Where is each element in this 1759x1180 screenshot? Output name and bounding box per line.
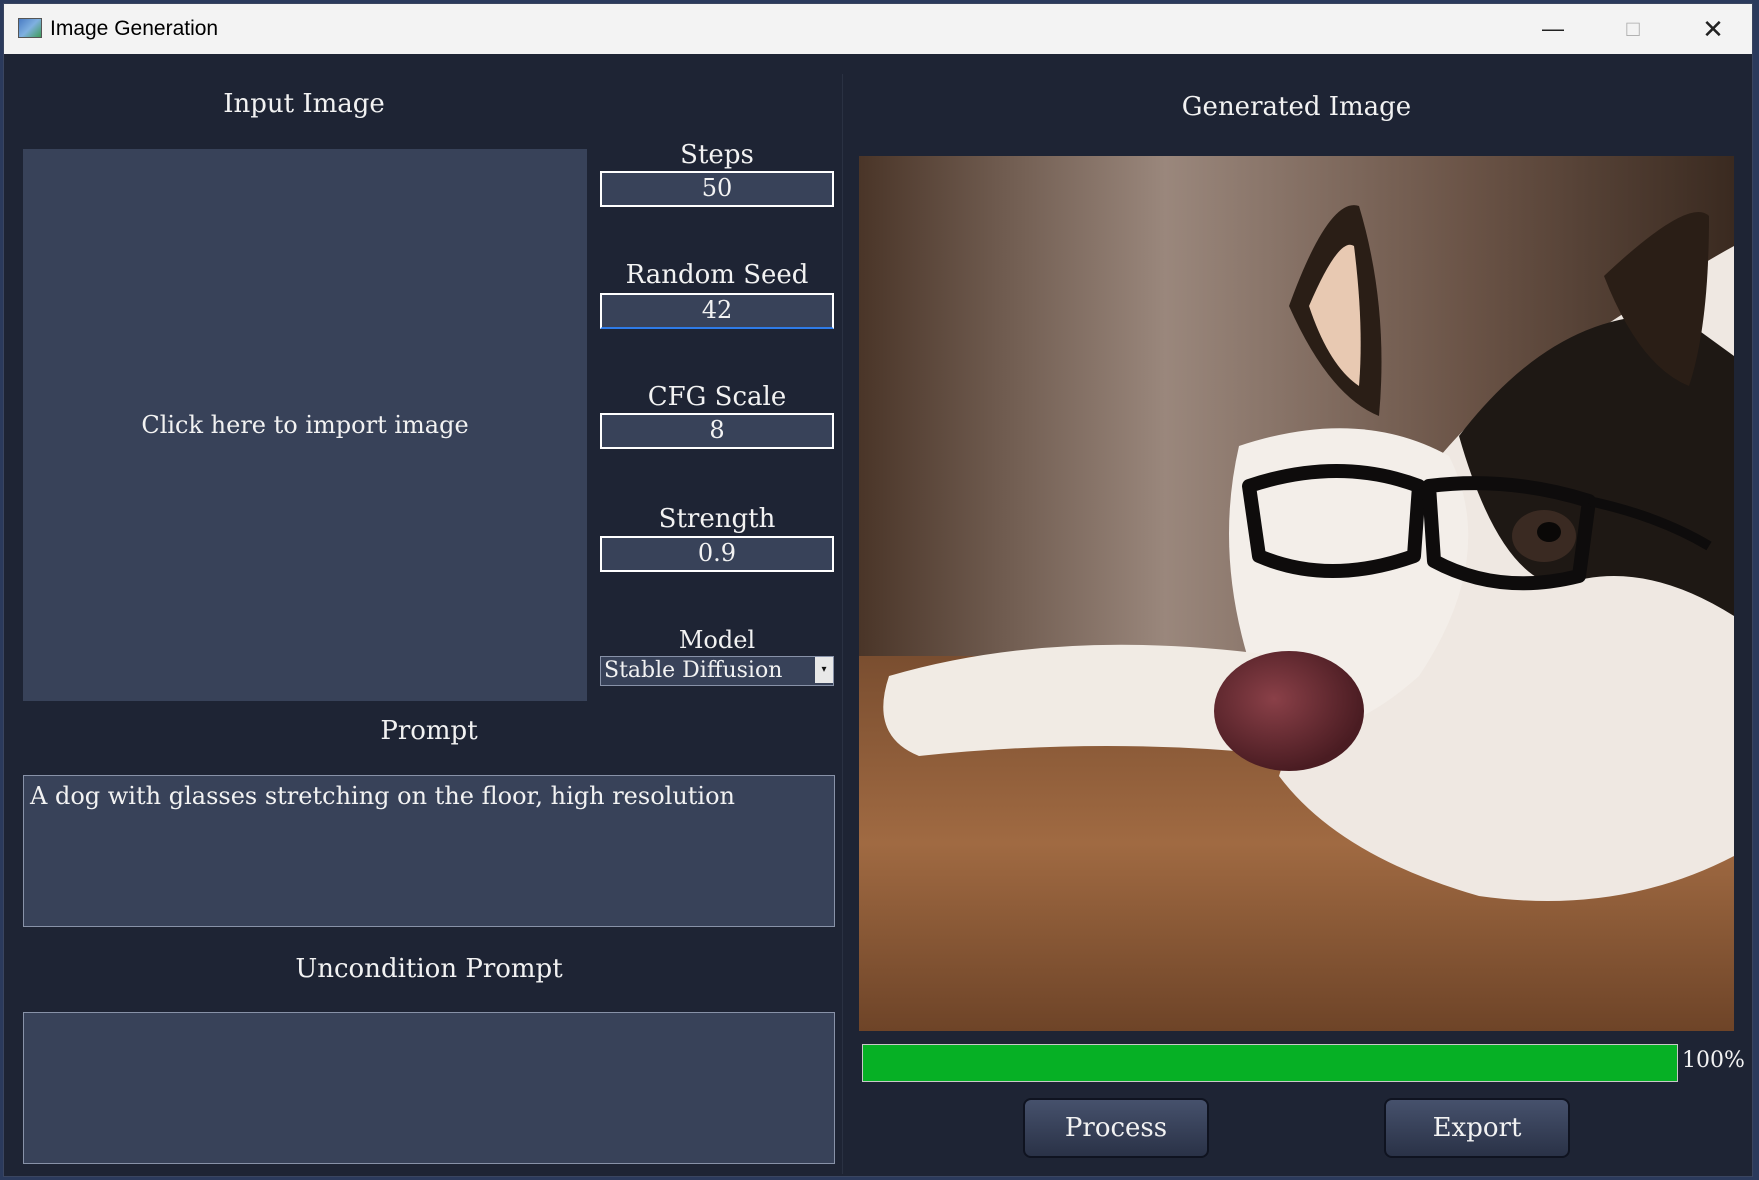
input-image-label: Input Image xyxy=(223,89,385,119)
model-label: Model xyxy=(678,626,756,654)
cfg-scale-label: CFG Scale xyxy=(647,382,787,412)
generated-image xyxy=(859,156,1734,1031)
model-select[interactable]: Stable Diffusion ▾ xyxy=(600,656,834,686)
close-button[interactable]: ✕ xyxy=(1674,4,1752,54)
chevron-down-icon[interactable]: ▾ xyxy=(815,657,833,683)
close-icon: ✕ xyxy=(1702,13,1724,44)
input-image-dropzone[interactable]: Click here to import image xyxy=(23,149,587,701)
panel-divider xyxy=(842,74,843,1174)
minimize-button[interactable]: — xyxy=(1514,4,1592,54)
progress-percent-text: 100% xyxy=(1682,1048,1745,1073)
minimize-icon: — xyxy=(1542,16,1564,41)
maximize-icon: □ xyxy=(1626,16,1640,41)
generated-image-label: Generated Image xyxy=(1181,92,1412,122)
uncondition-prompt-label: Uncondition Prompt xyxy=(295,954,563,984)
prompt-textarea[interactable]: A dog with glasses stretching on the flo… xyxy=(23,775,835,927)
window-title: Image Generation xyxy=(50,17,219,40)
uncondition-prompt-textarea[interactable] xyxy=(23,1012,835,1164)
model-select-value: Stable Diffusion xyxy=(604,658,783,683)
main-window: Image Generation — □ ✕ Input Image Click… xyxy=(3,3,1753,1177)
app-icon xyxy=(18,18,42,38)
export-button[interactable]: Export xyxy=(1384,1098,1570,1158)
strength-label: Strength xyxy=(658,504,776,534)
title-bar: Image Generation — □ ✕ xyxy=(4,4,1752,54)
progress-bar-fill xyxy=(863,1045,1677,1081)
random-seed-input[interactable]: 42 xyxy=(600,293,834,329)
random-seed-label: Random Seed xyxy=(625,260,809,290)
progress-bar xyxy=(862,1044,1678,1082)
maximize-button[interactable]: □ xyxy=(1594,4,1672,54)
cfg-scale-input[interactable]: 8 xyxy=(600,413,834,449)
steps-input[interactable]: 50 xyxy=(600,171,834,207)
process-button[interactable]: Process xyxy=(1023,1098,1209,1158)
input-image-placeholder: Click here to import image xyxy=(141,411,469,439)
prompt-label: Prompt xyxy=(380,716,478,746)
steps-label: Steps xyxy=(680,140,754,170)
dog-illustration xyxy=(859,156,1734,1031)
strength-input[interactable]: 0.9 xyxy=(600,536,834,572)
